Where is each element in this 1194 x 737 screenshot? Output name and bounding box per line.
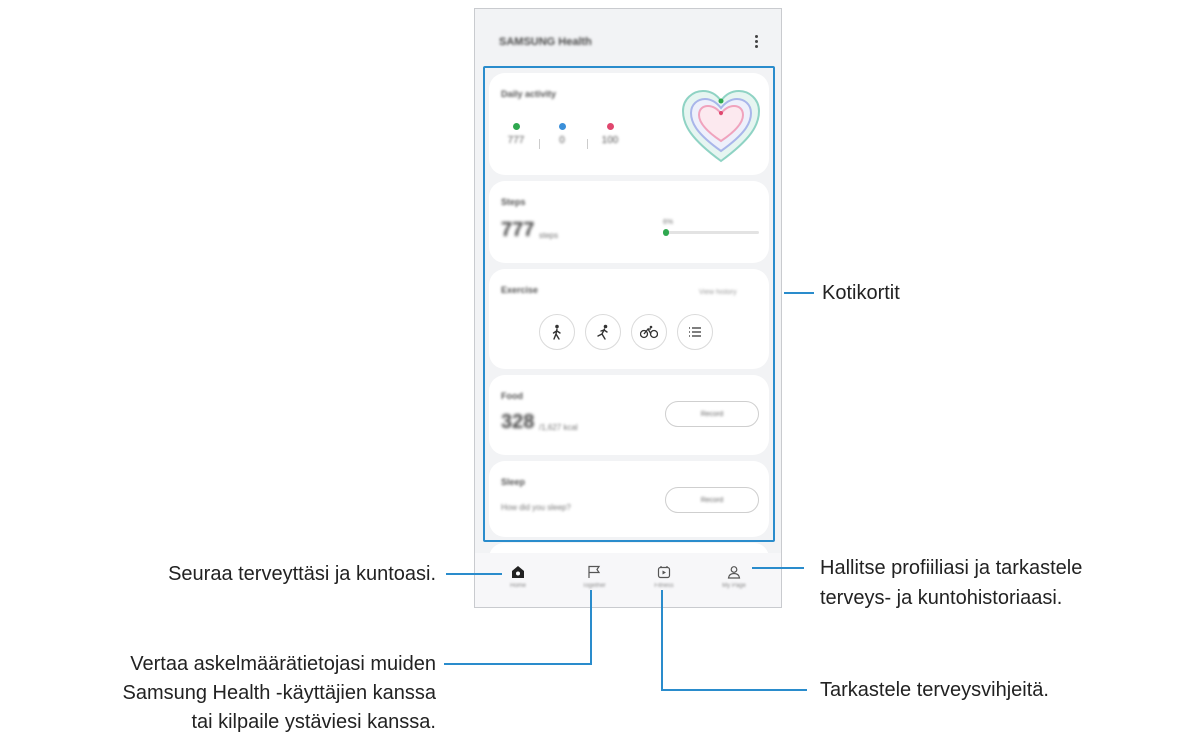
callout-line-profile-tab bbox=[752, 567, 804, 569]
phone-screen: SAMSUNG Health Daily activity 777 0 100 … bbox=[474, 8, 782, 608]
callout-line-together-tab-h bbox=[444, 663, 592, 665]
more-options-icon[interactable] bbox=[751, 35, 761, 51]
exercise-card[interactable]: Exercise View history bbox=[489, 269, 769, 369]
card-title-exercise: Exercise bbox=[501, 285, 539, 295]
play-calendar-icon bbox=[657, 566, 671, 579]
steps-unit: steps bbox=[539, 231, 559, 240]
callout-together-tab-line3: tai kilpaile ystäviesi kanssa. bbox=[191, 711, 436, 733]
steps-value: 777 bbox=[507, 135, 525, 146]
home-icon bbox=[512, 566, 524, 578]
tab-together[interactable]: Together bbox=[569, 565, 619, 589]
sleep-card[interactable]: Sleep How did you sleep? Record bbox=[489, 461, 769, 537]
steps-count: 777 bbox=[501, 219, 535, 241]
active-time-icon bbox=[558, 123, 566, 130]
card-title-daily-activity: Daily activity bbox=[501, 89, 557, 99]
tab-fitness-label: Fitness bbox=[654, 583, 674, 589]
callout-line-together-tab-v bbox=[590, 590, 592, 664]
record-sleep-label: Record bbox=[700, 496, 724, 504]
walking-icon[interactable] bbox=[539, 314, 575, 350]
steps-card[interactable]: Steps 777 steps 6% bbox=[489, 181, 769, 263]
cycling-icon[interactable] bbox=[631, 314, 667, 350]
callout-profile-tab-line1: Hallitse profiiliasi ja tarkastele bbox=[820, 557, 1083, 579]
tab-home-label: Home bbox=[509, 583, 526, 589]
tab-home[interactable]: Home bbox=[493, 565, 543, 589]
callout-line-home-tab bbox=[446, 573, 502, 575]
food-card[interactable]: Food 328 /1,627 kcal Record bbox=[489, 375, 769, 455]
bottom-navigation: Home Together Fitness My Page bbox=[475, 553, 781, 607]
sleep-question: How did you sleep? bbox=[501, 503, 571, 512]
callout-line-fitness-tab-h bbox=[661, 689, 807, 691]
flag-icon bbox=[588, 565, 601, 578]
callout-profile-tab-line2: terveys- ja kuntohistoriaasi. bbox=[820, 587, 1063, 609]
divider bbox=[587, 139, 588, 149]
tab-fitness[interactable]: Fitness bbox=[639, 565, 689, 589]
callout-line-home-cards bbox=[784, 292, 814, 294]
person-icon bbox=[727, 566, 741, 579]
callout-together-tab-line2: Samsung Health -käyttäjien kanssa bbox=[122, 682, 437, 704]
record-sleep-button[interactable]: Record bbox=[665, 487, 759, 513]
callout-home-cards: Kotikortit bbox=[822, 282, 900, 304]
view-history-link[interactable]: View history bbox=[699, 289, 737, 296]
record-food-button[interactable]: Record bbox=[665, 401, 759, 427]
callout-fitness-tab: Tarkastele terveysvihjeitä. bbox=[820, 679, 1049, 701]
running-icon[interactable] bbox=[585, 314, 621, 350]
tab-my-page-label: My Page bbox=[722, 583, 746, 589]
daily-activity-card[interactable]: Daily activity 777 0 100 bbox=[489, 73, 769, 175]
divider bbox=[539, 139, 540, 149]
app-title: SAMSUNG Health bbox=[499, 36, 592, 48]
app-header: SAMSUNG Health bbox=[475, 9, 781, 69]
tab-together-label: Together bbox=[582, 583, 606, 589]
food-goal: /1,627 kcal bbox=[539, 423, 578, 432]
activity-heart-icon bbox=[681, 89, 761, 163]
record-food-label: Record bbox=[700, 410, 724, 418]
card-title-food: Food bbox=[501, 391, 523, 401]
steps-stat: 777 bbox=[501, 123, 531, 146]
callout-line-fitness-tab-v bbox=[661, 590, 663, 690]
steps-progress-bar bbox=[663, 229, 759, 236]
active-time-value: 0 bbox=[559, 135, 565, 146]
steps-progress-fill bbox=[663, 229, 669, 236]
callout-home-tab: Seuraa terveyttäsi ja kuntoasi. bbox=[168, 563, 436, 585]
calories-value: 100 bbox=[601, 135, 619, 146]
steps-icon bbox=[512, 123, 520, 130]
calories-stat: 100 bbox=[595, 123, 625, 146]
callout-together-tab-line1: Vertaa askelmäärätietojasi muiden bbox=[130, 653, 436, 675]
card-title-sleep: Sleep bbox=[501, 477, 526, 487]
food-calories: 328 bbox=[501, 411, 535, 433]
steps-goal-label: 6% bbox=[663, 219, 674, 226]
card-title-steps: Steps bbox=[501, 197, 526, 207]
flame-icon bbox=[606, 123, 614, 130]
list-icon[interactable] bbox=[677, 314, 713, 350]
active-time-stat: 0 bbox=[547, 123, 577, 146]
